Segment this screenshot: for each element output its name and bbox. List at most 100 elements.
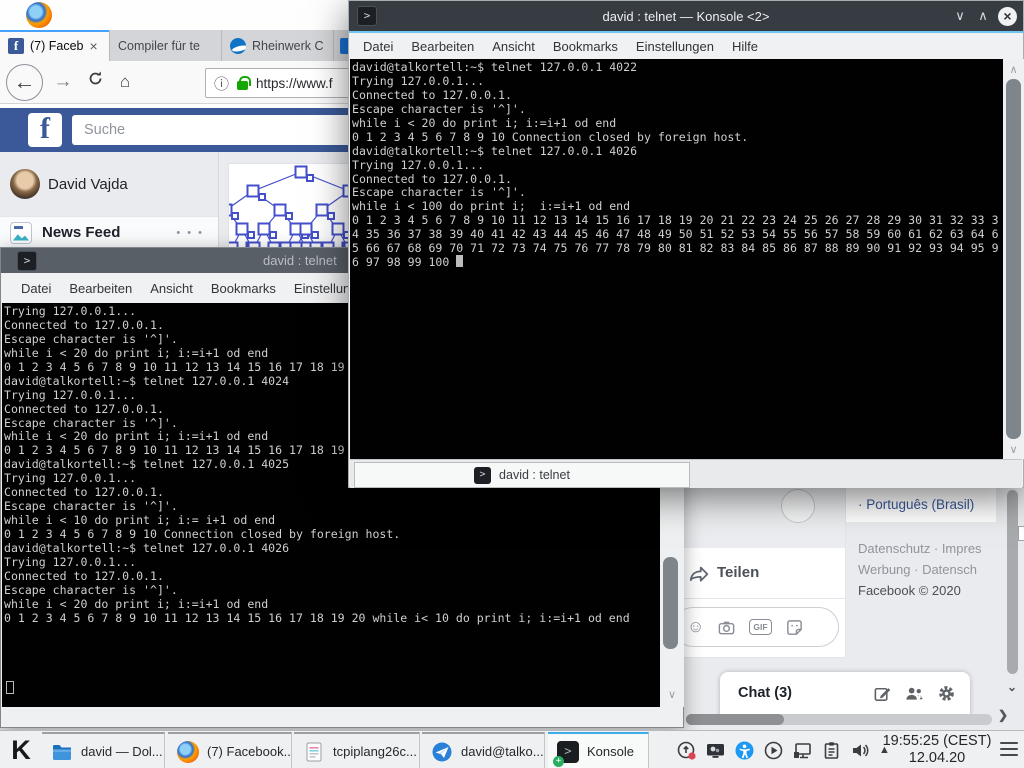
- terminal-tab[interactable]: > david : telnet: [354, 462, 690, 488]
- share-arrow-icon: [687, 562, 709, 584]
- taskbar-button-dolphin[interactable]: david — Dol...: [42, 732, 165, 768]
- media-player-icon[interactable]: [763, 740, 784, 761]
- home-button[interactable]: ⌂: [110, 67, 140, 97]
- text-document-icon: [303, 741, 325, 763]
- secure-lock-icon: [237, 81, 248, 90]
- forward-button[interactable]: →: [48, 67, 78, 97]
- language-link[interactable]: · Português (Brasil): [858, 497, 974, 512]
- reload-icon: [87, 70, 104, 87]
- konsole-icon: >: [17, 251, 37, 271]
- share-label: Teilen: [717, 564, 759, 581]
- konsole-window-front: > david : telnet — Konsole <2> ∨ ∧ × Dat…: [348, 0, 1024, 488]
- compose-icon[interactable]: [873, 684, 892, 703]
- chat-label: Chat (3): [738, 685, 792, 701]
- menu-ansicht[interactable]: Ansicht: [141, 281, 202, 296]
- tab-facebook[interactable]: f (7) Faceb ×: [0, 30, 110, 61]
- terminal-cursor: [456, 255, 463, 267]
- gear-icon[interactable]: [937, 684, 956, 703]
- folder-icon: [51, 741, 73, 763]
- back-button[interactable]: ←: [6, 64, 43, 101]
- clipboard-icon[interactable]: [821, 740, 842, 761]
- minimize-icon[interactable]: ∨: [952, 8, 968, 24]
- clock-time: 19:55:25 (CEST): [880, 733, 994, 750]
- menu-bearbeiten[interactable]: Bearbeiten: [402, 39, 483, 54]
- taskbar-button-firefox[interactable]: (7) Facebook...: [168, 732, 292, 768]
- profile-avatar[interactable]: [10, 169, 40, 199]
- taskbar-button-document[interactable]: tcpiplang26c...: [294, 732, 420, 768]
- chat-bar[interactable]: Chat (3): [720, 672, 970, 718]
- comment-input-pill[interactable]: ☺ GIF: [673, 607, 839, 647]
- taskbar-button-email[interactable]: david@talko...: [422, 732, 545, 768]
- add-contact-icon[interactable]: [905, 684, 924, 703]
- scroll-down-icon[interactable]: ∨: [660, 688, 684, 701]
- news-feed-options-icon[interactable]: • • •: [176, 227, 204, 239]
- tab-rheinwerk[interactable]: Rheinwerk C: [222, 30, 334, 61]
- digital-clock[interactable]: 19:55:25 (CEST) 12.04.20: [880, 733, 994, 767]
- sticker-icon[interactable]: [785, 618, 804, 637]
- facebook-search-input[interactable]: [72, 115, 362, 145]
- task-label: Konsole: [587, 744, 634, 759]
- facebook-logo[interactable]: f: [28, 113, 62, 147]
- camera-icon[interactable]: [717, 618, 736, 637]
- scroll-up-icon[interactable]: ∧: [1003, 63, 1024, 76]
- sidebar-divider: [218, 152, 219, 248]
- sidebar-item-news-feed[interactable]: News Feed • • •: [0, 216, 218, 248]
- menu-einstellungen[interactable]: Einstellungen: [627, 39, 723, 54]
- url-text[interactable]: https://www.f: [256, 76, 333, 91]
- footer-link-row[interactable]: Datenschutz · Impres: [858, 538, 1008, 559]
- menu-bookmarks[interactable]: Bookmarks: [544, 39, 627, 54]
- horizontal-scrollbar[interactable]: [686, 714, 992, 725]
- scrollbar[interactable]: ∧ ∨: [1003, 59, 1024, 459]
- vertical-scrollbar-thumb[interactable]: [1007, 490, 1018, 674]
- post-footer-card: Teilen ☺ GIF: [666, 470, 846, 658]
- titlebar[interactable]: > david : telnet — Konsole <2> ∨ ∧ ×: [349, 1, 1023, 31]
- round-button-partial[interactable]: [781, 489, 815, 523]
- application-launcher-icon[interactable]: K: [4, 733, 38, 767]
- tab-title: Compiler für te: [118, 39, 200, 53]
- menu-bearbeiten[interactable]: Bearbeiten: [60, 281, 141, 296]
- close-icon[interactable]: ×: [998, 7, 1017, 26]
- horizontal-scrollbar-thumb[interactable]: [686, 714, 784, 725]
- menu-ansicht[interactable]: Ansicht: [483, 39, 544, 54]
- scrollbar-thumb[interactable]: [663, 557, 678, 649]
- accessibility-icon[interactable]: [734, 740, 755, 761]
- window-title: david : telnet — Konsole <2>: [349, 9, 1023, 24]
- menu-bookmarks[interactable]: Bookmarks: [202, 281, 285, 296]
- new-instance-badge: +: [553, 756, 564, 767]
- maximize-icon[interactable]: ∧: [975, 8, 991, 24]
- page-info-icon[interactable]: ⓘ: [214, 73, 229, 94]
- panel-menu-icon[interactable]: [1000, 742, 1018, 759]
- window-title: david : telnet: [263, 253, 337, 268]
- chevron-right-icon[interactable]: ❯: [998, 708, 1008, 722]
- facebook-footer: Datenschutz · Impres Werbung · Datensch …: [858, 538, 1008, 601]
- network-icon[interactable]: [792, 740, 813, 761]
- facebook-favicon: f: [8, 38, 24, 54]
- profile-name[interactable]: David Vajda: [48, 176, 128, 193]
- terminal-output[interactable]: david@talkortell:~$ telnet 127.0.0.1 402…: [350, 59, 1003, 459]
- tab-compiler[interactable]: Compiler für te: [110, 30, 222, 61]
- share-row[interactable]: Teilen: [667, 548, 845, 599]
- firefox-icon: [26, 2, 52, 28]
- updates-icon[interactable]: [676, 740, 697, 761]
- email-icon: [431, 741, 453, 763]
- footer-link-row[interactable]: Werbung · Datensch: [858, 559, 1008, 580]
- volume-icon[interactable]: [850, 740, 871, 761]
- scroll-down-icon[interactable]: ∨: [1003, 443, 1024, 456]
- tab-title: (7) Faceb: [30, 39, 84, 53]
- emoji-icon[interactable]: ☺: [687, 617, 704, 637]
- scrollbar-thumb[interactable]: [1006, 79, 1021, 439]
- menu-hilfe[interactable]: Hilfe: [723, 39, 767, 54]
- menu-datei[interactable]: Datei: [12, 281, 60, 296]
- gif-icon[interactable]: GIF: [749, 619, 771, 635]
- news-feed-label: News Feed: [42, 224, 120, 241]
- tab-close-icon[interactable]: ×: [90, 39, 98, 53]
- menu-datei[interactable]: Datei: [354, 39, 402, 54]
- task-label: tcpiplang26c...: [333, 744, 417, 759]
- task-label: (7) Facebook...: [207, 744, 292, 759]
- news-feed-icon: [10, 222, 32, 244]
- reload-button[interactable]: [80, 67, 110, 97]
- terminal-tab-icon: >: [474, 467, 491, 484]
- chevron-down-icon[interactable]: ⌄: [1007, 680, 1017, 694]
- display-icon[interactable]: [705, 740, 726, 761]
- taskbar-button-konsole[interactable]: > + Konsole: [548, 732, 649, 768]
